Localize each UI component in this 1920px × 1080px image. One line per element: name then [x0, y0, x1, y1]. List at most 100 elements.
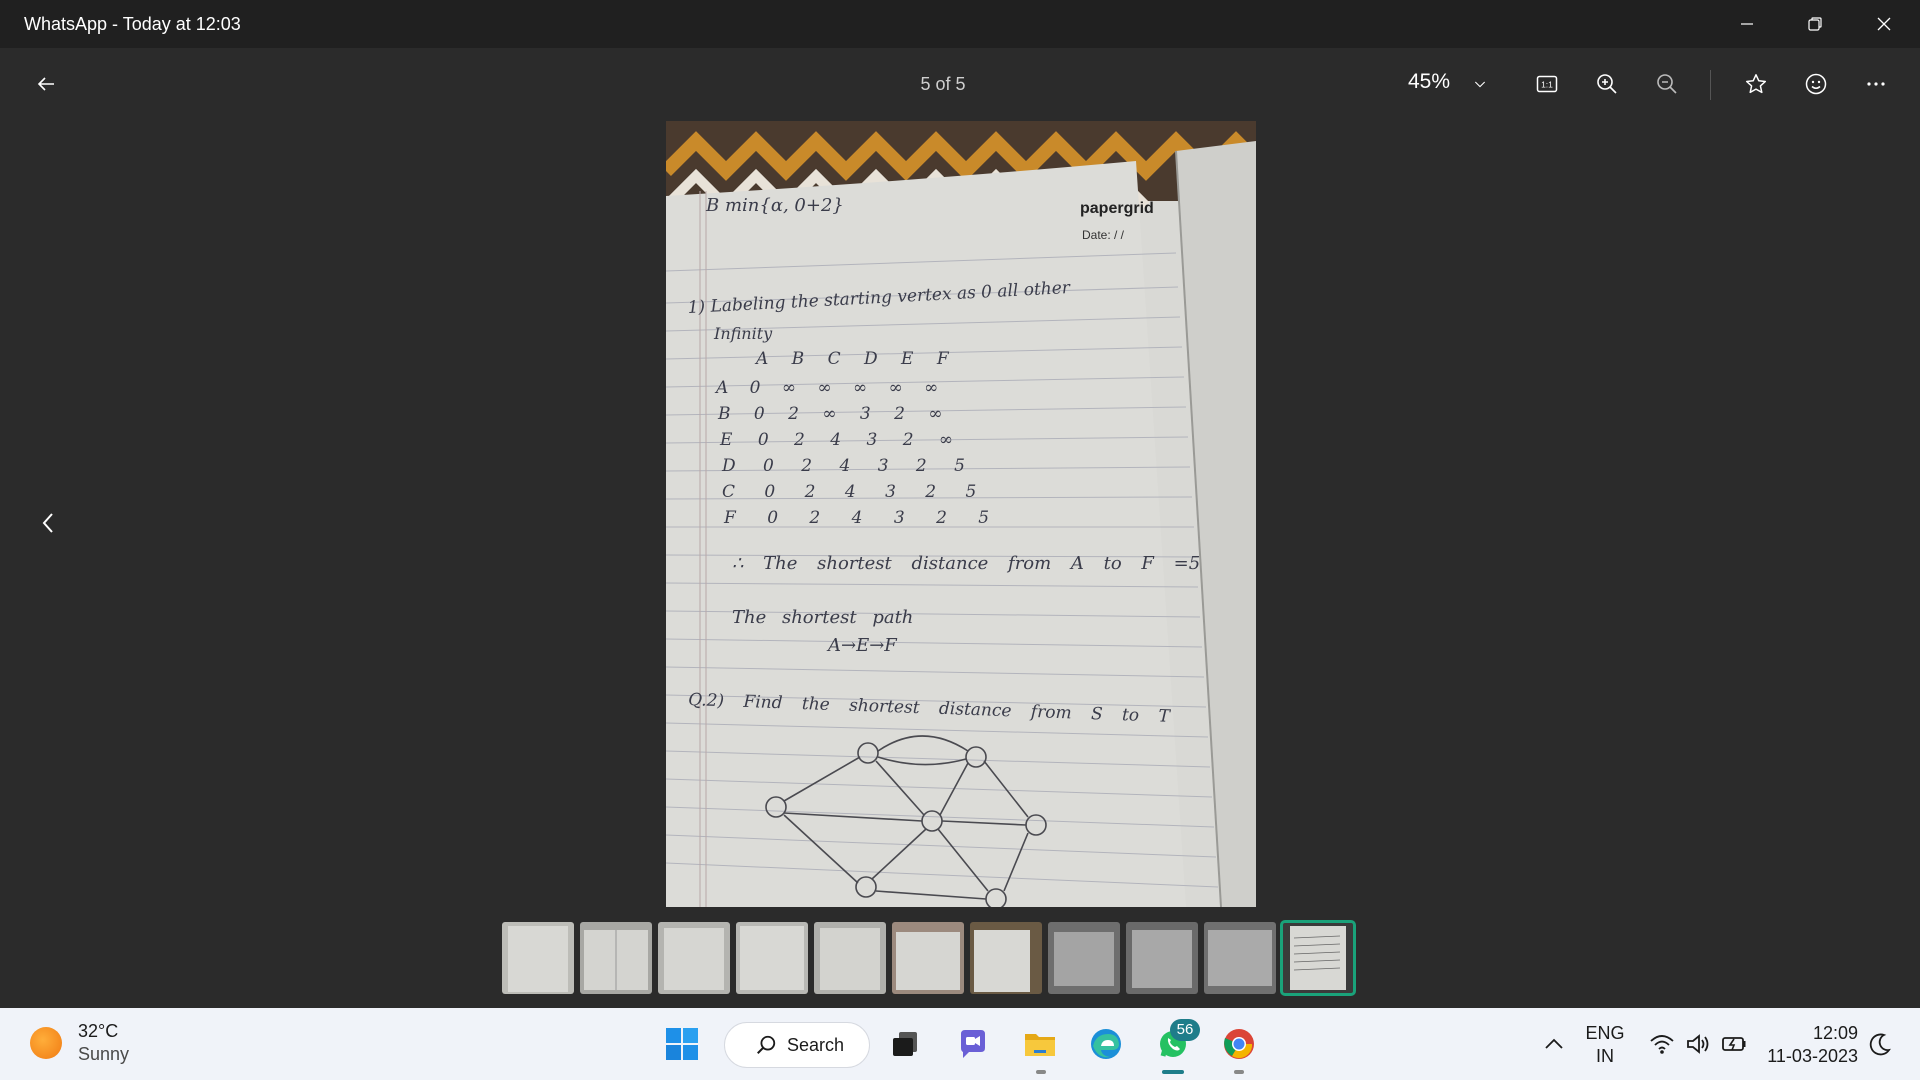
actual-size-icon: 1:1: [1536, 75, 1558, 93]
zoom-dropdown-button[interactable]: [1460, 64, 1500, 104]
thumbnail-image: [736, 922, 808, 994]
active-indicator: [1162, 1070, 1184, 1074]
actual-size-button[interactable]: 1:1: [1527, 64, 1567, 104]
thumbnail-active[interactable]: [1280, 920, 1356, 996]
zoom-out-icon: [1657, 74, 1677, 94]
photo-line-12: The shortest path: [732, 607, 913, 628]
whatsapp-badge: 56: [1170, 1019, 1200, 1041]
notebook-photo: B min{α, 0+2} papergrid Date: / / 1) Lab…: [666, 121, 1256, 907]
chrome-button[interactable]: [1217, 1022, 1261, 1066]
more-options-button[interactable]: [1856, 64, 1896, 104]
clock-date: 11-03-2023: [1767, 1046, 1858, 1066]
windows-icon: [666, 1028, 698, 1060]
close-icon: [1877, 17, 1891, 31]
weather-temp: 32°C: [78, 1021, 119, 1041]
language-indicator[interactable]: ENG IN: [1582, 1022, 1628, 1068]
thumbnail[interactable]: [1048, 922, 1120, 994]
thumbnail-image: [502, 922, 574, 994]
restore-button[interactable]: [1781, 0, 1849, 48]
chrome-icon: [1224, 1029, 1254, 1059]
clock-time: 12:09: [1812, 1023, 1858, 1043]
thumbnail[interactable]: [658, 922, 730, 994]
title-bar: WhatsApp - Today at 12:03: [0, 0, 1920, 48]
photo-line-6: B 0 2 ∞ 3 2 ∞: [717, 404, 943, 424]
sun-icon: [30, 1027, 62, 1059]
start-button[interactable]: [660, 1022, 704, 1066]
thumbnail-image: [814, 922, 886, 994]
teams-chat-icon: [961, 1030, 985, 1058]
more-icon: [1867, 82, 1885, 86]
photo-line-1: B min{α, 0+2}: [705, 195, 844, 216]
photo-line-11: ∴ The shortest distance from A to F =5: [732, 553, 1200, 574]
photo-line-10: F 0 2 4 3 2 5: [723, 508, 989, 528]
thumbnail-image: [1282, 922, 1354, 994]
favorite-button[interactable]: [1736, 64, 1776, 104]
show-hidden-icons-button[interactable]: [1540, 1030, 1568, 1058]
close-button[interactable]: [1850, 0, 1918, 48]
volume-icon[interactable]: [1684, 1030, 1712, 1058]
battery-icon[interactable]: [1720, 1030, 1748, 1058]
back-button[interactable]: [26, 64, 66, 104]
chevron-down-icon: [1474, 81, 1486, 88]
photo-line-7: E 0 2 4 3 2 ∞: [719, 430, 953, 450]
edge-button[interactable]: [1084, 1022, 1128, 1066]
photo-line-5: A 0 ∞ ∞ ∞ ∞ ∞: [714, 378, 938, 398]
weather-condition: Sunny: [78, 1044, 130, 1064]
search-icon: [757, 1035, 776, 1054]
react-button[interactable]: [1796, 64, 1836, 104]
thumbnail[interactable]: [892, 922, 964, 994]
thumbnail[interactable]: [736, 922, 808, 994]
window-title: WhatsApp - Today at 12:03: [24, 14, 241, 34]
photo-date-label: Date: / /: [1082, 228, 1125, 242]
thumbnail-image: [658, 922, 730, 994]
thumbnail-image: [892, 922, 964, 994]
star-icon: [1745, 74, 1767, 94]
thumbnail[interactable]: [580, 922, 652, 994]
photo-line-13: A→E→F: [826, 635, 898, 656]
photo-line-9: C 0 2 4 3 2 5: [722, 482, 976, 502]
task-view-icon: [893, 1032, 917, 1056]
chevron-left-icon: [42, 513, 53, 533]
file-explorer-button[interactable]: [1018, 1022, 1062, 1066]
folder-icon: [1025, 1034, 1055, 1056]
thumbnail-image: [1126, 922, 1198, 994]
wifi-icon[interactable]: [1648, 1030, 1676, 1058]
photo-line-3: Infinity: [713, 324, 773, 343]
filmstrip: [502, 920, 1356, 996]
minimize-button[interactable]: [1713, 0, 1781, 48]
focus-assist-icon[interactable]: [1866, 1030, 1894, 1058]
thumbnail[interactable]: [1204, 922, 1276, 994]
clock[interactable]: 12:09 11-03-2023: [1764, 1022, 1858, 1068]
edge-icon: [1091, 1029, 1121, 1059]
zoom-out-button[interactable]: [1647, 64, 1687, 104]
taskbar-search[interactable]: Search: [724, 1022, 870, 1068]
arrow-left-icon: [37, 77, 54, 91]
zoom-level[interactable]: 45%: [1408, 70, 1450, 94]
search-label: Search: [787, 1034, 845, 1055]
thumbnail-image: [580, 922, 652, 994]
restore-icon: [1808, 17, 1822, 31]
page-counter: 5 of 5: [920, 74, 966, 94]
thumbnail[interactable]: [502, 922, 574, 994]
teams-chat-button[interactable]: [951, 1022, 995, 1066]
thumbnail[interactable]: [1126, 922, 1198, 994]
running-indicator: [1234, 1070, 1244, 1074]
task-view-button[interactable]: [883, 1022, 927, 1066]
photo-brand: papergrid: [1080, 200, 1154, 217]
thumbnail-image: [1204, 922, 1276, 994]
zoom-in-icon: [1597, 74, 1617, 94]
running-indicator: [1036, 1070, 1046, 1074]
photo-line-8: D 0 2 4 3 2 5: [721, 456, 965, 476]
previous-image-button[interactable]: [36, 508, 60, 538]
zoom-in-button[interactable]: [1587, 64, 1627, 104]
chevron-up-icon: [1545, 1038, 1563, 1049]
thumbnail[interactable]: [814, 922, 886, 994]
thumbnail-image: [970, 922, 1042, 994]
photo-line-4: A B C D E F: [754, 349, 950, 369]
weather-widget[interactable]: 32°C Sunny: [30, 1020, 129, 1066]
minimize-icon: [1741, 23, 1753, 25]
thumbnail-image: [1048, 922, 1120, 994]
language-line-1: ENG: [1585, 1023, 1625, 1043]
smiley-icon: [1805, 73, 1827, 95]
thumbnail[interactable]: [970, 922, 1042, 994]
